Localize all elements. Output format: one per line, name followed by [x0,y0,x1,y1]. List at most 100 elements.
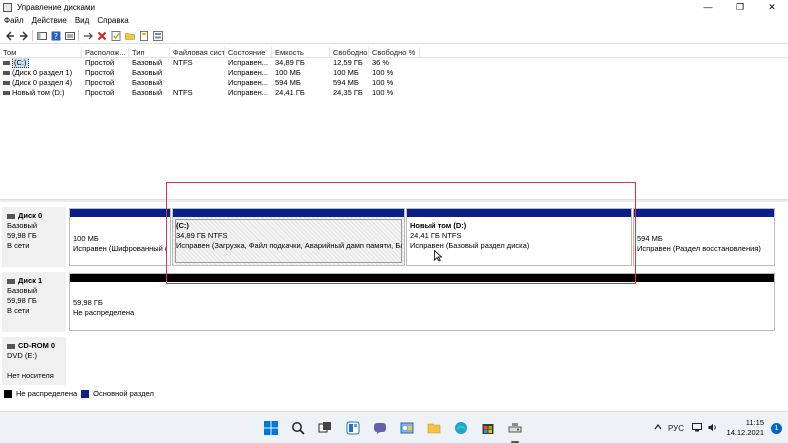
windows-start-icon[interactable] [264,421,278,435]
table-cell: Исправен... [228,68,269,77]
folder-icon[interactable] [124,30,135,41]
column-header-layout[interactable]: Располож... [82,47,129,57]
cdrom-0-label[interactable]: CD-ROM 0 DVD (E:) Нет носителя [2,337,66,385]
tray-chevron-icon[interactable] [654,423,662,432]
table-header: Том Располож... Тип Файловая сист... Сос… [0,47,788,58]
table-row[interactable]: (Диск 0 раздел 4) Простой Базовый Исправ… [0,78,788,88]
maximize-button[interactable]: ❐ [724,0,756,14]
disk-0-label[interactable]: Диск 0 Базовый 59,98 ГБ В сети [2,207,66,267]
column-header-filesystem[interactable]: Файловая сист... [170,47,225,57]
menu-action[interactable]: Действие [28,15,71,27]
disk-icon [7,213,15,219]
disk-1-label[interactable]: Диск 1 Базовый 59,98 ГБ В сети [2,272,66,332]
volume-icon [3,81,10,86]
search-icon[interactable] [291,421,305,435]
control-panel-icon[interactable] [400,421,414,435]
volume-icon[interactable] [708,423,718,434]
title-bar: Управление дисками — ❐ ✕ [0,0,788,14]
app-icon [3,2,12,12]
menu-file[interactable]: Файл [0,15,28,27]
partition-efi[interactable]: 100 МБ Исправен (Шифрованный (EFI) систе… [69,208,171,266]
back-icon[interactable] [4,30,15,41]
close-button[interactable]: ✕ [756,0,788,14]
table-cell: 34,89 ГБ [275,58,305,67]
console-tree-icon[interactable] [36,30,47,41]
highlight-rectangle [166,182,636,284]
edge-icon[interactable] [454,421,468,435]
table-cell: Исправен... [228,88,269,97]
file-explorer-icon[interactable] [427,421,441,435]
table-cell: 100 МБ [333,68,359,77]
column-header-free-space[interactable]: Свободно... [330,47,369,57]
primary-partition-bar [70,209,170,217]
primary-partition-bar [634,209,774,217]
volume-icon [3,61,10,66]
taskbar: РУС 11:15 14.12.2021 1 [0,411,788,443]
volume-icon [3,91,10,96]
legend-unallocated: Не распределена [16,389,78,398]
system-clock[interactable]: 11:15 14.12.2021 [726,418,764,438]
primary-swatch [81,389,90,398]
network-icon[interactable] [692,423,702,434]
disk-management-icon[interactable] [508,421,522,435]
table-cell: Базовый [132,58,163,67]
table-row[interactable]: (Диск 0 раздел 1) Простой Базовый Исправ… [0,68,788,78]
table-row[interactable]: Новый том (D:) Простой Базовый NTFS Испр… [0,88,788,98]
notification-badge[interactable]: 1 [771,423,782,434]
task-view-icon[interactable] [318,421,332,435]
column-header-status[interactable]: Состояние [225,47,272,57]
table-cell: Базовый [132,78,163,87]
mouse-cursor-icon [434,250,442,262]
volume-cell: (Диск 0 раздел 1) [0,68,82,78]
open-icon[interactable] [138,30,149,41]
volume-cell: (C:) [0,58,82,68]
table-cell [170,78,225,88]
column-header-volume[interactable]: Том [0,47,82,57]
window-title: Управление дисками [17,2,95,12]
column-header-capacity[interactable]: Емкость [272,47,330,57]
column-header-free-percent[interactable]: Свободно % [369,47,420,57]
partition-recovery[interactable]: 594 МБ Исправен (Раздел восстановления) [633,208,775,266]
table-cell: Простой [85,78,115,87]
minimize-button[interactable]: — [692,0,724,14]
table-cell: 24,41 ГБ [275,88,305,97]
table-cell: Простой [85,88,115,97]
table-cell: Базовый [132,88,163,97]
menu-view[interactable]: Вид [71,15,93,27]
disk-management-window: Управление дисками — ❐ ✕ Файл Действие В… [0,0,788,411]
table-cell: 100 МБ [275,68,301,77]
chat-icon[interactable] [373,421,387,435]
properties-icon[interactable] [64,30,75,41]
table-cell: 100 % [372,68,394,77]
table-cell: Базовый [132,68,163,77]
volume-icon [3,71,10,76]
forward-icon[interactable] [18,30,29,41]
legend-primary: Основной раздел [93,389,154,398]
help-icon[interactable]: ? [50,30,61,41]
cdrom-icon [7,343,15,349]
table-cell: Простой [85,68,115,77]
table-cell: 594 МБ [275,78,301,87]
map-drive-icon[interactable] [82,30,93,41]
delete-icon[interactable] [96,30,107,41]
toolbar: ? [0,28,788,44]
store-icon[interactable] [481,421,495,435]
volume-cell: (Диск 0 раздел 4) [0,78,82,88]
table-cell: Исправен... [228,58,269,67]
table-cell [170,68,225,78]
table-cell: 12,59 ГБ [333,58,363,67]
check-icon[interactable] [110,30,121,41]
table-cell: Исправен... [228,78,269,87]
column-header-type[interactable]: Тип [129,47,170,57]
clock-time: 11:15 [745,418,764,427]
cdrom-0-row: CD-ROM 0 DVD (E:) Нет носителя [0,337,776,385]
table-cell: NTFS [173,58,193,67]
disk-icon [7,278,15,284]
more-icon[interactable] [152,30,163,41]
widgets-icon[interactable] [346,421,360,435]
table-row[interactable]: (C:) Простой Базовый NTFS Исправен... 34… [0,58,788,68]
language-indicator[interactable]: РУС [668,424,684,433]
menu-help[interactable]: Справка [93,15,132,27]
menu-bar: Файл Действие Вид Справка [0,15,133,27]
table-cell: 24,35 ГБ [333,88,363,97]
